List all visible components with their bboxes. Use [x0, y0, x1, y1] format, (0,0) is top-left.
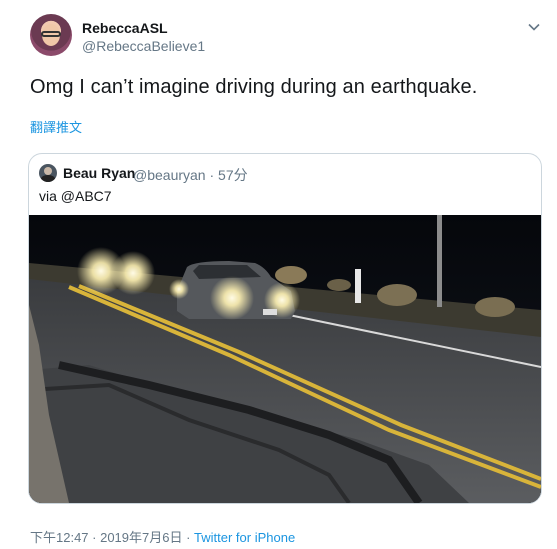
quoted-tweet[interactable]: Beau Ryan @beauryan · 57分 via @ABC7	[28, 153, 542, 504]
quoted-text: via @ABC7	[39, 188, 112, 204]
quoted-media-photo[interactable]	[29, 215, 541, 503]
tweet-source-link[interactable]: Twitter for iPhone	[194, 530, 295, 545]
author-display-name[interactable]: RebeccaASL	[82, 20, 168, 36]
quoted-separator: ·	[209, 167, 215, 183]
tweet-card: RebeccaASL @RebeccaBelieve1 Omg I can’t …	[0, 0, 557, 549]
quoted-handle[interactable]: @beauryan	[133, 167, 206, 183]
quoted-meta: @beauryan · 57分	[133, 165, 248, 185]
tweet-text: Omg I can’t imagine driving during an ea…	[30, 76, 478, 98]
quoted-time[interactable]: 57分	[218, 167, 248, 183]
chevron-down-icon[interactable]	[527, 20, 541, 34]
translate-tweet-link[interactable]: 翻譯推文	[30, 117, 82, 136]
quoted-display-name[interactable]: Beau Ryan	[63, 165, 135, 181]
avatar[interactable]	[30, 14, 72, 56]
author-handle[interactable]: @RebeccaBelieve1	[82, 38, 205, 54]
quoted-avatar[interactable]	[39, 164, 57, 182]
tweet-footer: 下午12:47 · 2019年7月6日 · Twitter for iPhone	[30, 527, 295, 546]
tweet-timestamp[interactable]: 下午12:47 · 2019年7月6日 ·	[30, 530, 194, 545]
